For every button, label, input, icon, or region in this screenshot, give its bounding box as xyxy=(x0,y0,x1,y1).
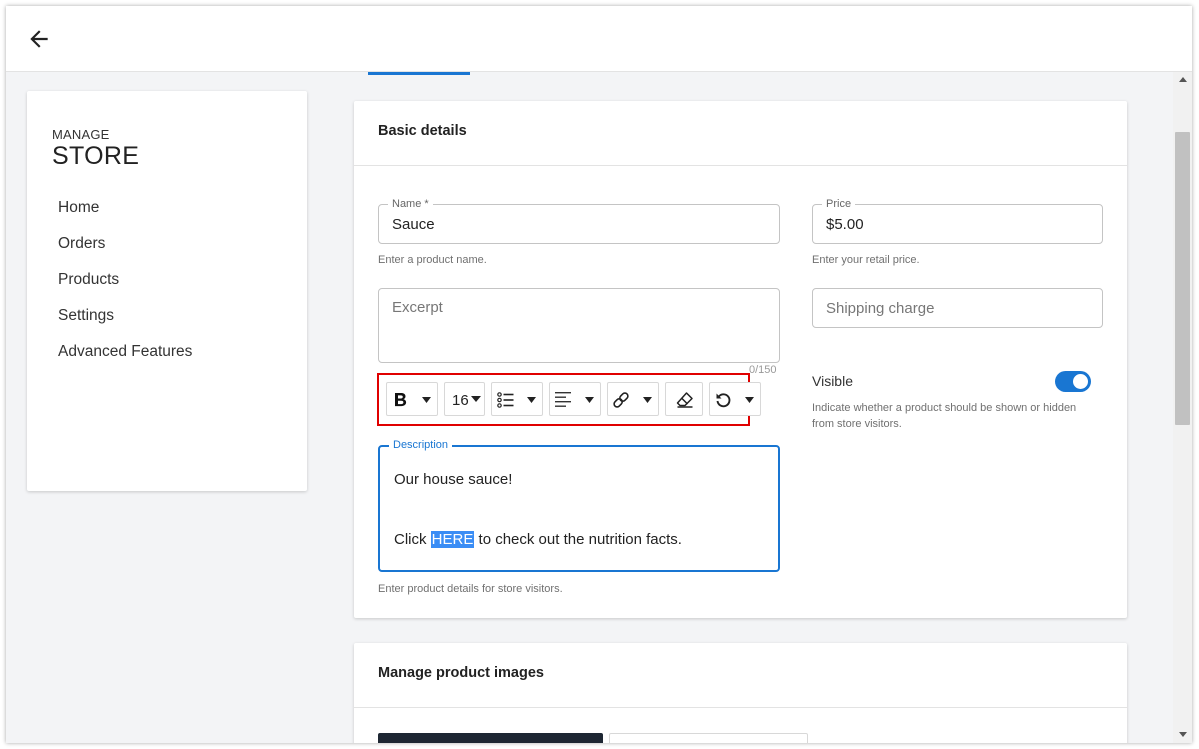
shipping-field xyxy=(812,288,1103,328)
manage-images-card: Manage product images xyxy=(354,643,1127,743)
card-divider xyxy=(354,165,1127,166)
sidebar-item-advanced-features[interactable]: Advanced Features xyxy=(58,343,192,379)
selected-link-text[interactable]: HERE xyxy=(430,531,475,548)
name-input[interactable] xyxy=(392,205,766,243)
toolbar-highlight-box: 16 xyxy=(377,373,761,426)
scroll-down-arrow-icon[interactable] xyxy=(1179,732,1187,737)
active-tab-indicator xyxy=(368,72,470,75)
visible-helper: Indicate whether a product should be sho… xyxy=(812,402,1077,430)
manage-images-title: Manage product images xyxy=(378,665,544,681)
vertical-scrollbar[interactable] xyxy=(1173,72,1192,743)
excerpt-field[interactable]: Excerpt xyxy=(378,288,780,363)
top-app-bar xyxy=(6,6,1192,72)
link-dropdown[interactable] xyxy=(607,382,659,416)
font-size-value: 16 xyxy=(452,392,469,409)
app-window: MANAGE STORE Home Orders Products Settin… xyxy=(6,6,1192,743)
bold-button[interactable] xyxy=(386,382,438,416)
basic-details-card: Basic details Name * Enter a product nam… xyxy=(354,101,1127,618)
align-dropdown[interactable] xyxy=(549,382,601,416)
shipping-input[interactable] xyxy=(826,289,1089,327)
name-helper: Enter a product name. xyxy=(378,254,487,266)
font-size-dropdown[interactable]: 16 xyxy=(444,382,485,416)
sidebar-item-settings[interactable]: Settings xyxy=(58,307,192,343)
undo-dropdown[interactable] xyxy=(709,382,761,416)
basic-details-title: Basic details xyxy=(378,123,467,139)
card-divider xyxy=(354,707,1127,708)
description-line-1: Our house sauce! xyxy=(394,471,513,488)
image-upload-card[interactable] xyxy=(609,733,808,743)
visible-label: Visible xyxy=(812,373,853,389)
excerpt-placeholder: Excerpt xyxy=(392,299,443,316)
price-helper: Enter your retail price. xyxy=(812,254,920,266)
product-image-thumbnail[interactable] xyxy=(378,733,603,743)
scrollbar-thumb[interactable] xyxy=(1175,132,1190,425)
sidebar-item-products[interactable]: Products xyxy=(58,271,192,307)
description-text-before: Click xyxy=(394,531,431,548)
description-label: Description xyxy=(389,438,453,452)
description-editor[interactable]: Description Our house sauce! Click HERE … xyxy=(378,438,780,572)
name-field: Name * xyxy=(378,197,780,244)
sidebar: MANAGE STORE Home Orders Products Settin… xyxy=(27,91,307,491)
sidebar-nav: Home Orders Products Settings Advanced F… xyxy=(58,199,192,379)
back-arrow-icon[interactable] xyxy=(26,26,52,52)
description-helper: Enter product details for store visitors… xyxy=(378,583,563,595)
description-line-2: Click HERE to check out the nutrition fa… xyxy=(394,531,682,548)
sidebar-item-orders[interactable]: Orders xyxy=(58,235,192,271)
list-dropdown[interactable] xyxy=(491,382,543,416)
scroll-up-arrow-icon[interactable] xyxy=(1179,77,1187,82)
description-text-after: to check out the nutrition facts. xyxy=(474,531,682,548)
price-input[interactable] xyxy=(826,205,1089,243)
clear-format-button[interactable] xyxy=(665,382,703,416)
brand-title: STORE xyxy=(52,142,140,170)
excerpt-counter: 0/150 xyxy=(749,364,777,376)
toggle-knob xyxy=(1073,374,1088,389)
visible-toggle[interactable] xyxy=(1055,371,1091,392)
brand-subtitle: MANAGE xyxy=(52,127,110,142)
price-field: Price xyxy=(812,197,1103,244)
sidebar-item-home[interactable]: Home xyxy=(58,199,192,235)
